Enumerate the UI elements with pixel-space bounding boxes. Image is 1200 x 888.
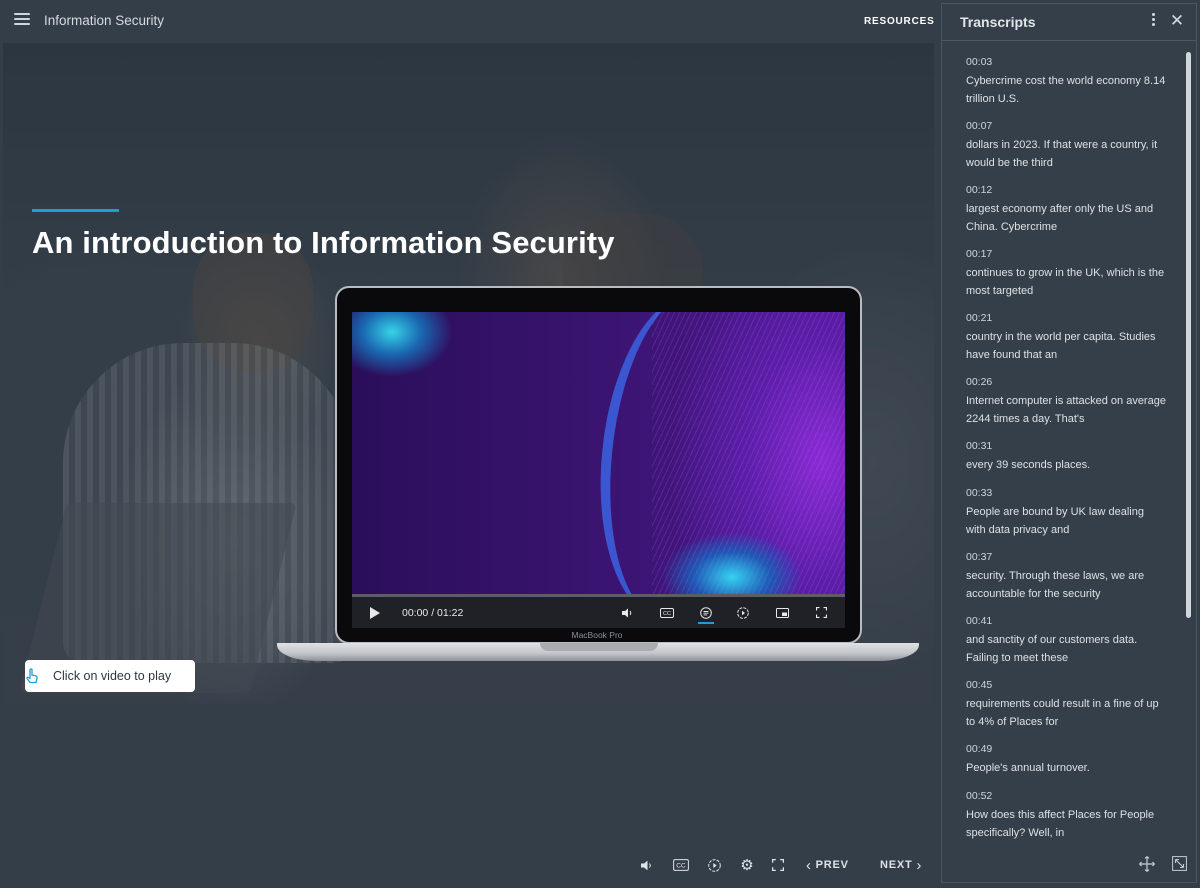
transcript-text: People are bound by UK law dealing with … (966, 506, 1144, 536)
transcript-text: continues to grow in the UK, which is th… (966, 267, 1165, 297)
transcript-time: 00:45 (966, 679, 993, 691)
transcript-entry[interactable]: 00:07 dollars in 2023. If that were a cou… (966, 119, 1166, 183)
transcript-entry[interactable]: 00:12 largest economy after only the US a… (966, 183, 1166, 247)
kebab-icon[interactable] (1148, 13, 1158, 31)
hint-text: Click on video to play (53, 669, 172, 683)
transcript-time: 00:33 (966, 487, 993, 499)
transcript-time: 00:37 (966, 551, 993, 563)
video-player[interactable]: 00:00 / 01:22 CC (352, 312, 845, 628)
picture-in-picture-icon[interactable] (773, 597, 791, 628)
transcript-text: country in the world per capita. Studies… (966, 331, 1156, 361)
transcript-entry[interactable]: 00:49 People's annual turnover. (966, 742, 1166, 789)
video-art-lines (652, 312, 845, 594)
app-root: { "header": { "course_title": "Informati… (0, 0, 1200, 888)
svg-text:CC: CC (676, 863, 686, 870)
video-controls: 00:00 / 01:22 CC (352, 597, 845, 628)
volume-icon[interactable] (638, 848, 654, 882)
resize-icon[interactable] (1172, 856, 1188, 872)
transcript-time: 00:17 (966, 248, 993, 260)
transcript-text: every 39 seconds places. (966, 459, 1091, 471)
transcript-time: 00:07 (966, 120, 993, 132)
transcript-text: People's annual turnover. (966, 762, 1090, 774)
transcript-entry[interactable]: 00:03 Cybercrime cost the world economy 8… (966, 55, 1166, 119)
bottom-bar: CC ⚙ ‹ PREV NEXT › (0, 848, 940, 882)
transcript-icon[interactable] (696, 597, 716, 628)
transcript-scrollbar[interactable] (1186, 52, 1191, 618)
transcript-time: 00:49 (966, 743, 993, 755)
transcripts-title: Transcripts (960, 14, 1036, 30)
transcript-text: Internet computer is attacked on average… (966, 395, 1166, 425)
transcript-time: 00:52 (966, 790, 993, 802)
play-icon[interactable] (366, 597, 384, 628)
transcript-text: security. Through these laws, we are acc… (966, 570, 1145, 600)
transcript-entry[interactable]: 00:45 requirements could result in a fine… (966, 678, 1166, 742)
move-icon[interactable] (1139, 856, 1157, 874)
transcript-text: largest economy after only the US and Ch… (966, 203, 1154, 233)
transcript-time: 00:26 (966, 376, 993, 388)
transcript-entry[interactable]: 00:26 Internet computer is attacked on av… (966, 375, 1166, 439)
video-frame[interactable] (352, 312, 845, 628)
transcript-time: 00:21 (966, 312, 993, 324)
cc-icon[interactable]: CC (657, 597, 677, 628)
gear-icon[interactable]: ⚙ (738, 848, 756, 882)
speed-icon[interactable] (706, 848, 722, 882)
resources-button[interactable]: RESOURCES (864, 16, 935, 27)
tap-hand-icon (25, 668, 53, 684)
transcript-time: 00:31 (966, 440, 993, 452)
cc-icon[interactable]: CC (672, 848, 690, 882)
fullscreen-icon[interactable] (770, 848, 786, 882)
transcript-entry[interactable]: 00:17 continues to grow in the UK, which … (966, 247, 1166, 311)
transcripts-panel: Transcripts ✕ 00:03 Cybercrime cost the w… (941, 3, 1197, 883)
transcript-list: 00:03 Cybercrime cost the world economy 8… (966, 55, 1166, 853)
laptop-brand-label: MacBook Pro (571, 630, 623, 640)
slide-headline: An introduction to Information Security (32, 225, 615, 260)
transcript-entry[interactable]: 00:31 every 39 seconds places. (966, 439, 1166, 486)
transcript-time: 00:41 (966, 615, 993, 627)
next-label: NEXT (880, 859, 913, 871)
transcript-entry[interactable]: 00:41 and sanctity of our customers data.… (966, 614, 1166, 678)
transcripts-header: Transcripts ✕ (942, 4, 1196, 41)
transcript-text: dollars in 2023. If that were a country,… (966, 139, 1158, 169)
prev-button[interactable]: ‹ PREV (806, 848, 854, 882)
transcript-text: Cybercrime cost the world economy 8.14 t… (966, 75, 1166, 105)
transcript-entry[interactable]: 00:52 How does this affect Places for Peo… (966, 789, 1166, 853)
chevron-right-icon: › (916, 856, 923, 874)
transcript-text: How does this affect Places for People s… (966, 809, 1155, 839)
prev-label: PREV (815, 859, 849, 871)
transcript-text: and sanctity of our customers data. Fail… (966, 634, 1138, 664)
hamburger-icon[interactable] (14, 13, 30, 27)
transcript-active-indicator (698, 622, 714, 624)
transcript-entry[interactable]: 00:21 country in the world per capita. St… (966, 311, 1166, 375)
click-to-play-hint[interactable]: Click on video to play (25, 660, 195, 692)
speed-icon[interactable] (734, 597, 752, 628)
transcript-time: 00:12 (966, 184, 993, 196)
top-bar: Information Security RESOURCES (0, 0, 940, 42)
course-title: Information Security (44, 13, 165, 28)
transcript-entry[interactable]: 00:33 People are bound by UK law dealing … (966, 486, 1166, 550)
svg-text:CC: CC (663, 611, 671, 617)
transcript-entry[interactable]: 00:37 security. Through these laws, we ar… (966, 550, 1166, 614)
next-button[interactable]: NEXT › (880, 848, 928, 882)
transcript-text: requirements could result in a fine of u… (966, 698, 1159, 728)
fullscreen-icon[interactable] (812, 597, 830, 628)
transcript-time: 00:03 (966, 56, 993, 68)
close-icon[interactable]: ✕ (1168, 11, 1186, 31)
chevron-left-icon: ‹ (806, 856, 812, 874)
volume-icon[interactable] (619, 597, 635, 628)
title-accent-line (32, 209, 119, 212)
video-time: 00:00 / 01:22 (402, 606, 464, 619)
laptop-notch (540, 643, 658, 651)
